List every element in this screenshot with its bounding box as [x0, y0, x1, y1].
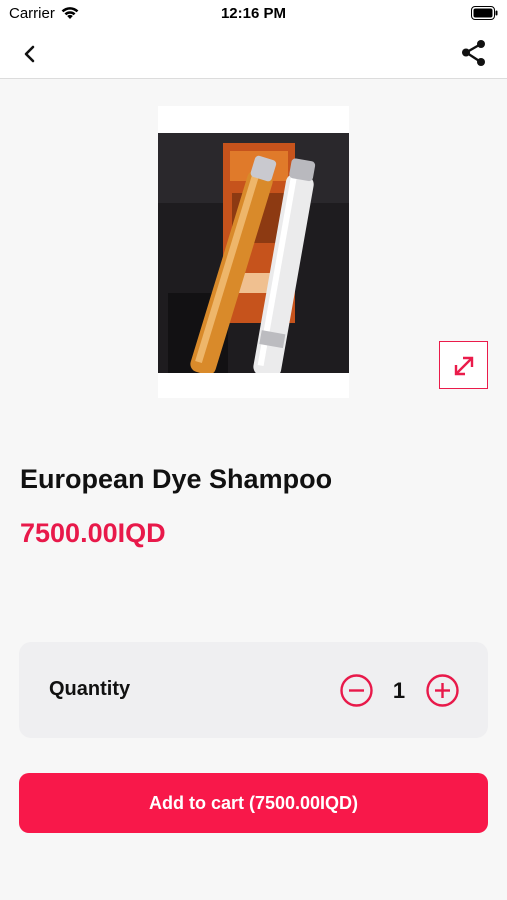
- quantity-label: Quantity: [49, 678, 131, 700]
- share-button[interactable]: [459, 38, 489, 68]
- battery-icon: [471, 6, 498, 20]
- add-to-cart-button[interactable]: Add to cart (7500.00IQD): [19, 773, 488, 833]
- fullscreen-button[interactable]: [439, 341, 488, 389]
- increase-quantity-button[interactable]: [425, 673, 460, 708]
- quantity-value: 1: [392, 678, 406, 703]
- minus-circle-icon: [340, 674, 373, 707]
- back-button[interactable]: [16, 40, 44, 68]
- quantity-selector: Quantity 1: [19, 642, 488, 738]
- product-photo: [158, 133, 349, 373]
- product-detail-screen: Carrier 12:16 PM European Dye Shampoo 75…: [0, 0, 507, 900]
- clock: 12:16 PM: [220, 5, 287, 22]
- expand-icon: [454, 356, 474, 376]
- product-price: 7500.00IQD: [20, 518, 166, 548]
- share-icon: [462, 40, 485, 66]
- navigation-bar: [0, 28, 507, 79]
- status-bar: Carrier 12:16 PM: [0, 0, 507, 28]
- plus-circle-icon: [426, 674, 459, 707]
- product-title: European Dye Shampoo: [20, 464, 333, 494]
- decrease-quantity-button[interactable]: [339, 673, 374, 708]
- chevron-left-icon: [24, 45, 35, 63]
- product-image[interactable]: [158, 106, 349, 398]
